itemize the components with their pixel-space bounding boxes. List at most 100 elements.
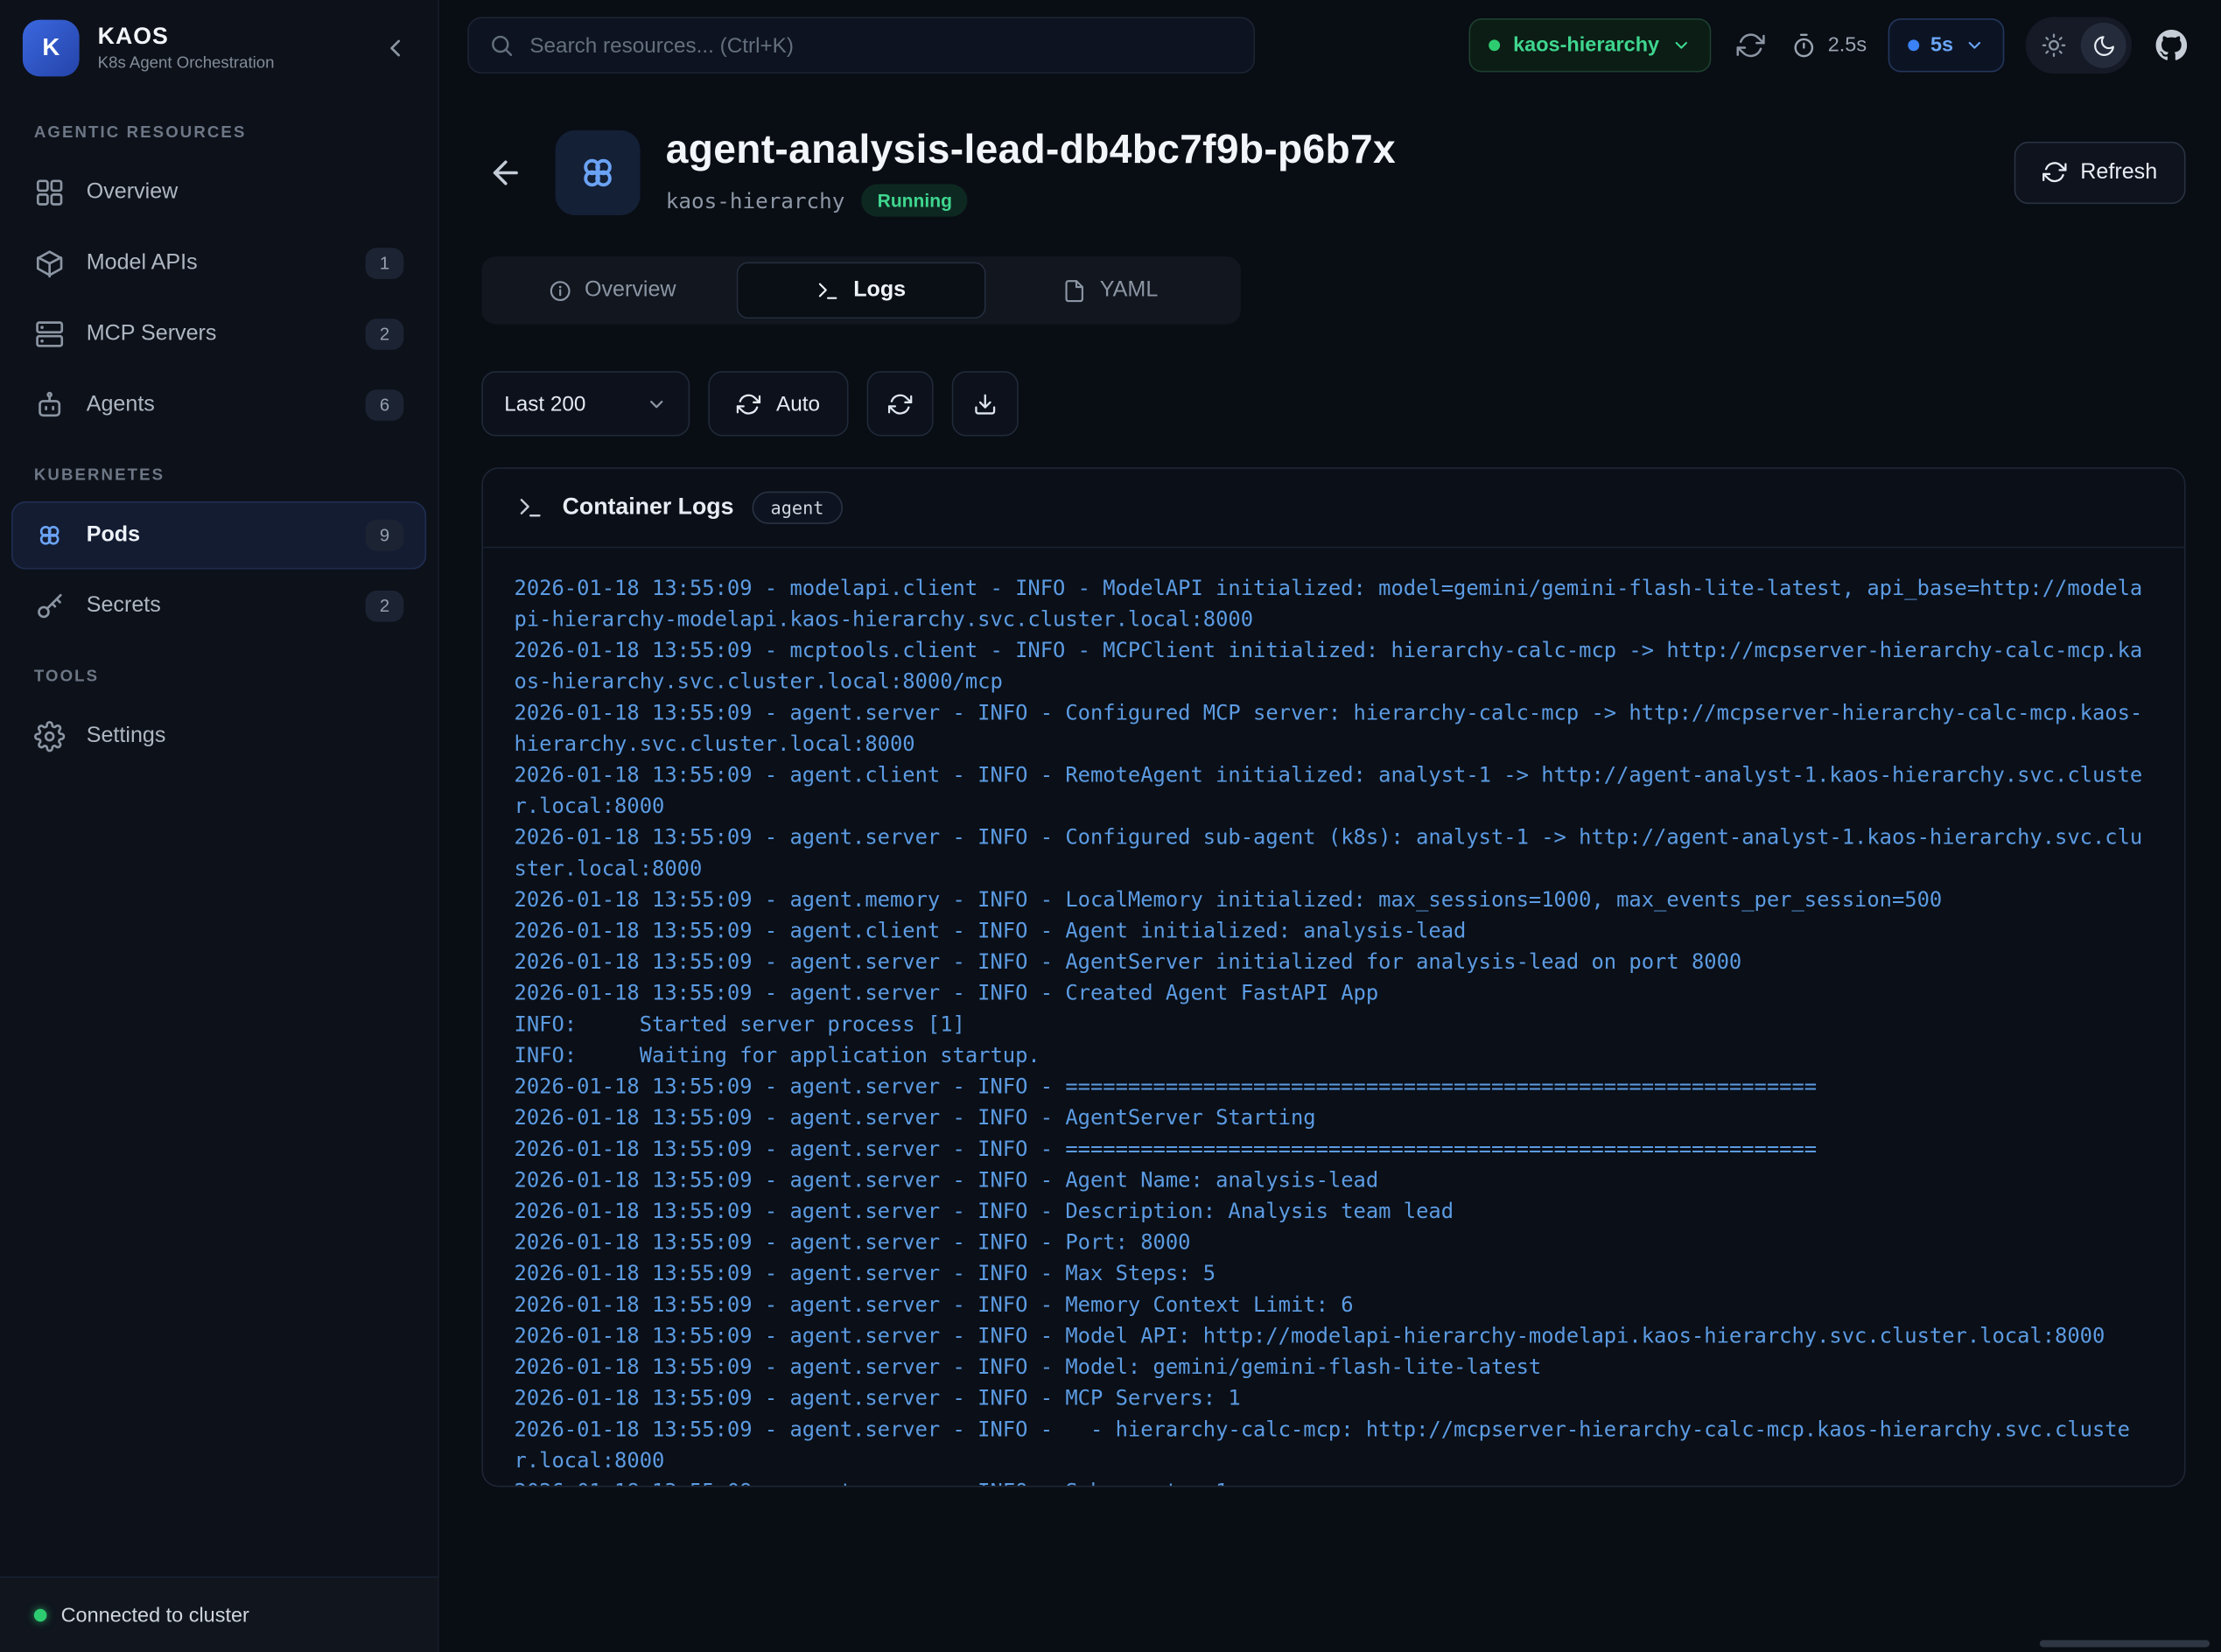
log-line: 2026-01-18 13:55:09 - agent.client - INF… [515,760,2154,822]
refresh-icon [2042,160,2067,185]
sidebar-item-agents[interactable]: Agents 6 [11,371,426,439]
sidebar-item-model-apis[interactable]: Model APIs 1 [11,229,426,298]
pods-icon [34,520,66,551]
server-icon [34,318,66,350]
refresh-button[interactable]: Refresh [2014,141,2185,203]
page-title-block: agent-analysis-lead-db4bc7f9b-p6b7x kaos… [666,128,1396,217]
chevron-down-icon [1672,35,1692,55]
sidebar-item-mcp-servers[interactable]: MCP Servers 2 [11,300,426,368]
moon-icon [2091,33,2116,58]
tab-bar: Overview Logs YAML [481,256,1241,325]
theme-toggle [2026,17,2132,74]
terminal-icon [816,278,841,303]
log-line: 2026-01-18 13:55:09 - agent.server - INF… [515,1291,2154,1322]
count-badge: 9 [366,520,404,551]
log-line: 2026-01-18 13:55:09 - agent.server - INF… [515,978,2154,1010]
log-line: 2026-01-18 13:55:09 - agent.server - INF… [515,1353,2154,1384]
log-line: 2026-01-18 13:55:09 - agent.memory - INF… [515,886,2154,917]
cluster-status: Connected to cluster [0,1577,438,1652]
refresh-interval-select[interactable]: 5s [1888,18,2004,73]
sidebar-item-label: Model APIs [87,250,198,276]
log-line: 2026-01-18 13:55:09 - agent.server - INF… [515,1228,2154,1259]
sidebar-item-label: MCP Servers [87,321,217,346]
sidebar-item-pods[interactable]: Pods 9 [11,501,426,570]
tab-yaml[interactable]: YAML [986,262,1236,318]
container-name-badge: agent [753,492,843,524]
key-icon [34,591,66,622]
page-title: agent-analysis-lead-db4bc7f9b-p6b7x [666,128,1396,174]
cluster-status-text: Connected to cluster [61,1604,249,1627]
auto-refresh-label: Auto [776,392,820,416]
log-line: INFO: Started server process [1] [515,1010,2154,1041]
sidebar-nav-kubernetes: Pods 9 Secrets 2 [0,501,438,640]
app-window: K KAOS K8s Agent Orchestration AGENTIC R… [0,0,2221,1652]
back-button[interactable] [481,148,529,196]
main-area: kaos-hierarchy 2.5s [439,0,2221,1652]
refresh-icon [737,392,761,416]
log-panel-header: Container Logs agent [483,469,2184,549]
search-input[interactable] [529,33,1233,58]
topbar-refresh-button[interactable] [1733,27,1769,64]
sidebar-collapse-button[interactable] [375,28,415,67]
search-box[interactable] [467,17,1255,74]
manual-refresh-button[interactable] [866,371,933,436]
chevron-left-icon [381,34,409,62]
log-panel-title: Container Logs [563,494,734,522]
log-line: 2026-01-18 13:55:09 - mcptools.client - … [515,636,2154,698]
cube-icon [34,248,66,279]
tail-lines-value: Last 200 [504,392,585,416]
latency-indicator: 2.5s [1791,32,1867,59]
auto-refresh-toggle[interactable]: Auto [708,371,848,436]
download-logs-button[interactable] [951,371,1018,436]
tab-overview[interactable]: Overview [487,262,737,318]
log-line: 2026-01-18 13:55:09 - agent.server - INF… [515,1321,2154,1353]
sidebar-item-overview[interactable]: Overview [11,158,426,227]
log-line: 2026-01-18 13:55:09 - agent.server - INF… [515,1383,2154,1415]
sidebar-header: K KAOS K8s Agent Orchestration [0,0,438,99]
latency-value: 2.5s [1828,34,1867,57]
namespace-select[interactable]: kaos-hierarchy [1469,18,1712,73]
bot-icon [34,389,66,421]
topbar-controls: kaos-hierarchy 2.5s [1469,17,2189,74]
sidebar-item-label: Pods [87,522,140,548]
sidebar: K KAOS K8s Agent Orchestration AGENTIC R… [0,0,439,1652]
log-line: 2026-01-18 13:55:09 - agent.server - INF… [515,698,2154,760]
log-line: 2026-01-18 13:55:09 - agent.server - INF… [515,1197,2154,1228]
horizontal-scrollbar-thumb[interactable] [2040,1640,2210,1647]
sidebar-item-label: Agents [87,392,155,417]
search-icon [488,32,514,58]
chevron-down-icon [646,393,667,414]
log-line: 2026-01-18 13:55:09 - agent.server - INF… [515,1166,2154,1197]
log-output[interactable]: 2026-01-18 13:55:09 - modelapi.client - … [483,548,2184,1487]
sidebar-item-label: Overview [87,180,179,206]
refresh-button-label: Refresh [2080,159,2157,185]
namespace-label: kaos-hierarchy [1513,34,1659,57]
sidebar-item-settings[interactable]: Settings [11,703,426,771]
sidebar-item-label: Secrets [87,593,161,619]
count-badge: 2 [366,591,404,622]
tab-logs[interactable]: Logs [737,262,986,318]
app-subtitle: K8s Agent Orchestration [98,55,275,72]
sidebar-nav-agentic: Overview Model APIs 1 MCP Servers 2 [0,158,438,438]
app-logo-letter: K [42,34,60,62]
terminal-icon [517,494,544,522]
grid-icon [34,177,66,208]
interval-status-dot-icon [1908,39,1919,51]
count-badge: 2 [366,318,404,350]
log-line: 2026-01-18 13:55:09 - agent.client - INF… [515,916,2154,948]
dark-mode-button[interactable] [2081,23,2126,68]
topbar: kaos-hierarchy 2.5s [439,0,2221,91]
sidebar-item-secrets[interactable]: Secrets 2 [11,572,426,640]
github-link[interactable] [2153,27,2189,64]
tab-label: Logs [853,277,906,303]
tail-lines-select[interactable]: Last 200 [481,371,690,436]
chevron-down-icon [1965,35,1985,55]
interval-label: 5s [1930,34,1953,57]
log-line: 2026-01-18 13:55:09 - modelapi.client - … [515,574,2154,636]
light-mode-button[interactable] [2031,23,2077,68]
github-icon [2156,30,2188,61]
arrow-left-icon [487,154,524,191]
log-line: 2026-01-18 13:55:09 - agent.server - INF… [515,948,2154,979]
log-line: INFO: Waiting for application startup. [515,1041,2154,1073]
log-line: 2026-01-18 13:55:09 - agent.server - INF… [515,1259,2154,1291]
